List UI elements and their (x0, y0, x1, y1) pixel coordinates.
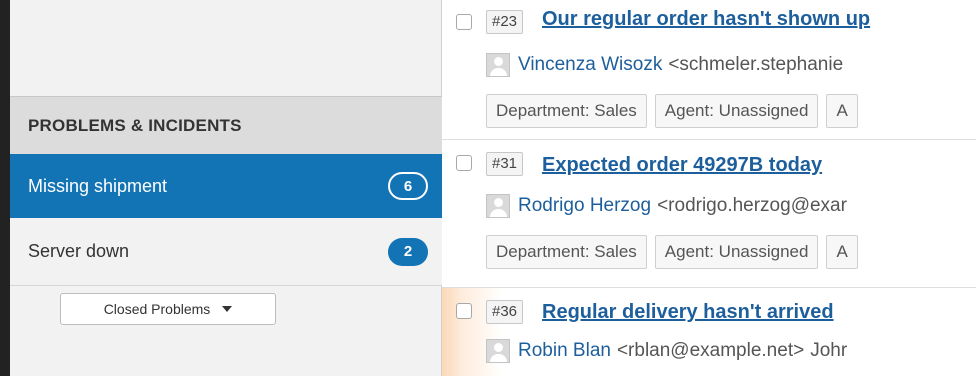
sidebar-item-missing-shipment[interactable]: Missing shipment 6 (10, 154, 442, 218)
ticket-id-badge: #31 (486, 152, 524, 176)
closed-problems-dropdown[interactable]: Closed Problems (60, 293, 276, 325)
tag-agent[interactable]: Agent: Unassigned (654, 94, 819, 128)
tag-extra[interactable]: A (826, 235, 858, 269)
count-badge: 2 (388, 237, 428, 266)
ticket-requester: Rodrigo Herzog <rodrigo.herzog@exar (486, 193, 847, 219)
ticket-row[interactable]: #23 Our regular order hasn't shown up Vi… (442, 0, 976, 140)
ticket-id-badge: #36 (486, 300, 524, 324)
section-header-problems-incidents: PROBLEMS & INCIDENTS (10, 96, 442, 154)
ticket-checkbox[interactable] (456, 303, 472, 319)
ticket-row-highlighted[interactable]: #36 Regular delivery hasn't arrived Robi… (442, 288, 976, 376)
avatar-icon (486, 53, 510, 77)
sidebar-item-server-down[interactable]: Server down 2 (10, 218, 442, 286)
sidebar-item-label: Server down (28, 241, 130, 261)
tag-agent[interactable]: Agent: Unassigned (654, 235, 819, 269)
ticket-tags: Department: Sales Agent: Unassigned A (486, 94, 866, 128)
requester-email: <rblan@example.net> (616, 340, 805, 361)
ticket-id-badge: #23 (486, 10, 524, 34)
tag-extra[interactable]: A (826, 94, 858, 128)
ticket-subject-link[interactable]: Regular delivery hasn't arrived (542, 301, 834, 324)
helpdesk-frame: PROBLEMS & INCIDENTS Missing shipment 6 … (0, 0, 976, 376)
requester-name-link[interactable]: Robin Blan (518, 340, 611, 362)
avatar-icon (486, 339, 510, 363)
avatar-icon (486, 194, 510, 218)
ticket-subject-link[interactable]: Our regular order hasn't shown up (542, 8, 870, 31)
requester-name-link[interactable]: Vincenza Wisozk (518, 54, 662, 76)
ticket-checkbox[interactable] (456, 155, 472, 171)
ticket-requester: Vincenza Wisozk <schmeler.stephanie (486, 52, 843, 78)
sidebar-dark-edge (0, 0, 10, 376)
ticket-subject-link[interactable]: Expected order 49297B today (542, 154, 822, 177)
count-badge: 6 (388, 172, 428, 200)
tag-department[interactable]: Department: Sales (486, 94, 647, 128)
ticket-list: #23 Our regular order hasn't shown up Vi… (442, 0, 976, 376)
ticket-row[interactable]: #31 Expected order 49297B today Rodrigo … (442, 140, 976, 288)
ticket-checkbox[interactable] (456, 14, 472, 30)
closed-problems-label: Closed Problems (103, 301, 211, 317)
ticket-tags: Department: Sales Agent: Unassigned A (486, 235, 866, 269)
requester-email: <schmeler.stephanie (668, 54, 844, 75)
tag-department[interactable]: Department: Sales (486, 235, 647, 269)
caret-down-icon (222, 306, 233, 312)
section-title: PROBLEMS & INCIDENTS (28, 115, 242, 135)
requester-name-link[interactable]: Rodrigo Herzog (518, 195, 651, 217)
sidebar-item-label: Missing shipment (28, 175, 168, 196)
sidebar: PROBLEMS & INCIDENTS Missing shipment 6 … (0, 0, 442, 376)
requester-email: <rodrigo.herzog@exar (657, 195, 847, 216)
ticket-requester: Robin Blan <rblan@example.net> Johr (486, 338, 847, 364)
requester-extra: Johr (810, 340, 848, 361)
